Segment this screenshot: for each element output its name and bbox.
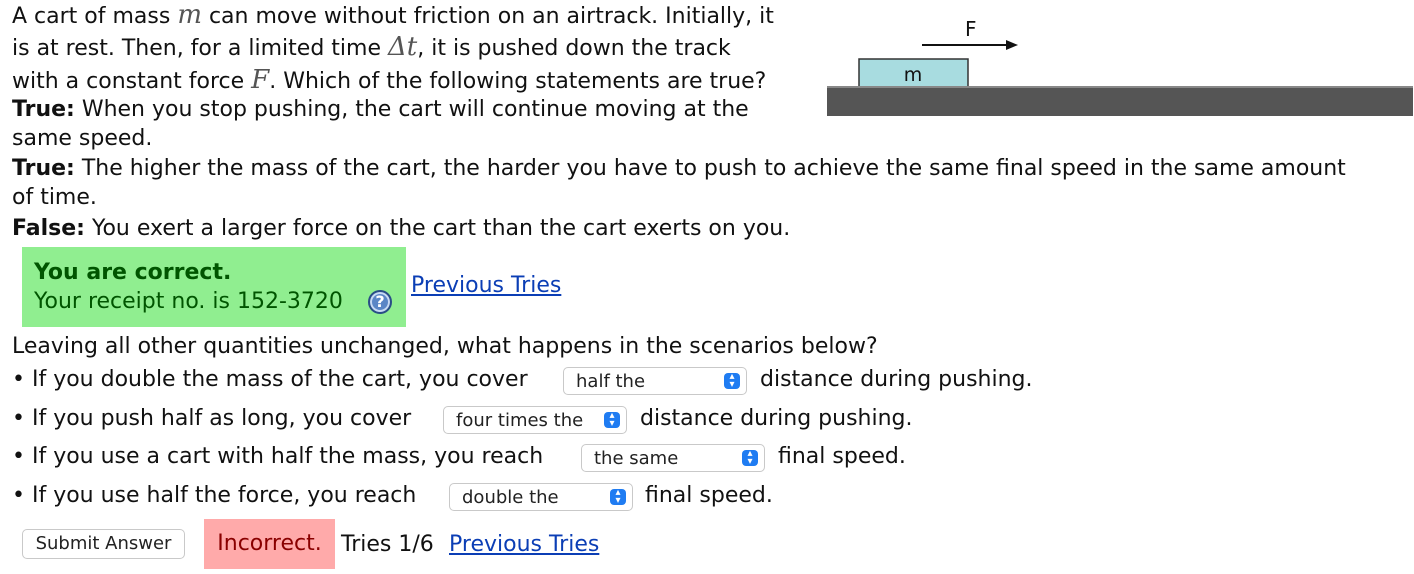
q2-select[interactable]: four times the ▴ ▾ — [443, 406, 627, 434]
problem-line-3: with a constant force F. Which of the fo… — [12, 65, 766, 97]
q1-select-value: half the — [576, 371, 646, 392]
scenario-intro: Leaving all other quantities unchanged, … — [12, 334, 878, 359]
problem-text: . Which of the following statements are … — [269, 69, 767, 94]
statement-text: same speed. — [12, 126, 153, 151]
question-icon[interactable]: ? — [368, 290, 392, 314]
correct-message: You are correct. — [34, 260, 232, 285]
airtrack — [827, 86, 1413, 116]
problem-text: is at rest. Then, for a limited time — [12, 36, 388, 61]
force-arrowhead — [1006, 40, 1018, 50]
scenario-q1-tail: distance during pushing. — [760, 367, 1033, 392]
q4-select-value: double the — [462, 487, 559, 508]
submit-answer-button[interactable]: Submit Answer — [22, 529, 185, 559]
variable-mass: m — [177, 0, 202, 30]
previous-tries-link-2[interactable]: Previous Tries — [449, 530, 599, 560]
scenario-q2-text: • If you push half as long, you cover — [12, 406, 412, 431]
scenario-q2-tail: distance during pushing. — [640, 406, 913, 431]
force-label: F — [965, 17, 977, 41]
statement-verdict: True: — [12, 156, 75, 181]
problem-text: A cart of mass — [12, 4, 178, 29]
q4-select[interactable]: double the ▴ ▾ — [449, 483, 633, 511]
statement-2: True: The higher the mass of the cart, t… — [12, 154, 1346, 184]
chevron-updown-icon: ▴ ▾ — [724, 372, 740, 390]
statement-2-cont: of time. — [12, 183, 97, 213]
statement-verdict: True: — [12, 97, 75, 122]
statement-text: The higher the mass of the cart, the har… — [74, 156, 1346, 181]
statement-text: You exert a larger force on the cart tha… — [84, 216, 791, 241]
statement-verdict: False: — [12, 216, 85, 241]
scenario-q3-tail: final speed. — [778, 444, 906, 469]
scenario-q1-text: • If you double the mass of the cart, yo… — [12, 367, 528, 392]
scenario-q3-text: • If you use a cart with half the mass, … — [12, 444, 544, 469]
q3-select[interactable]: the same ▴ ▾ — [581, 444, 765, 472]
chevron-updown-icon: ▴ ▾ — [742, 449, 758, 467]
tries-count: Tries 1/6 — [341, 532, 434, 557]
chevron-updown-icon: ▴ ▾ — [604, 411, 620, 429]
q3-select-value: the same — [594, 448, 679, 469]
problem-line-2: is at rest. Then, for a limited time Δt,… — [12, 32, 731, 64]
q2-select-value: four times the — [456, 410, 584, 431]
chevron-updown-icon: ▴ ▾ — [610, 488, 626, 506]
previous-tries-link[interactable]: Previous Tries — [411, 273, 561, 298]
incorrect-status: Incorrect. — [204, 519, 335, 569]
statement-1-cont: same speed. — [12, 124, 152, 154]
problem-text: can move without friction on an airtrack… — [201, 4, 774, 29]
q1-select[interactable]: half the ▴ ▾ — [563, 367, 747, 395]
problem-text: , it is pushed down the track — [417, 36, 731, 61]
variable-time: Δt — [388, 32, 418, 62]
cart-diagram: F m — [827, 17, 1413, 116]
mass-label: m — [904, 64, 923, 86]
receipt-number: Your receipt no. is 152-3720 — [34, 289, 343, 314]
statement-1: True: When you stop pushing, the cart wi… — [12, 95, 749, 125]
scenario-q4-text: • If you use half the force, you reach — [12, 483, 417, 508]
scenario-q4-tail: final speed. — [645, 483, 773, 508]
variable-force: F — [251, 65, 270, 95]
statement-3: False: You exert a larger force on the c… — [12, 214, 790, 244]
problem-line-1: A cart of mass m can move without fricti… — [12, 0, 774, 32]
problem-text: with a constant force — [12, 69, 252, 94]
statement-text: When you stop pushing, the cart will con… — [74, 97, 749, 122]
statement-text: of time. — [12, 185, 97, 210]
